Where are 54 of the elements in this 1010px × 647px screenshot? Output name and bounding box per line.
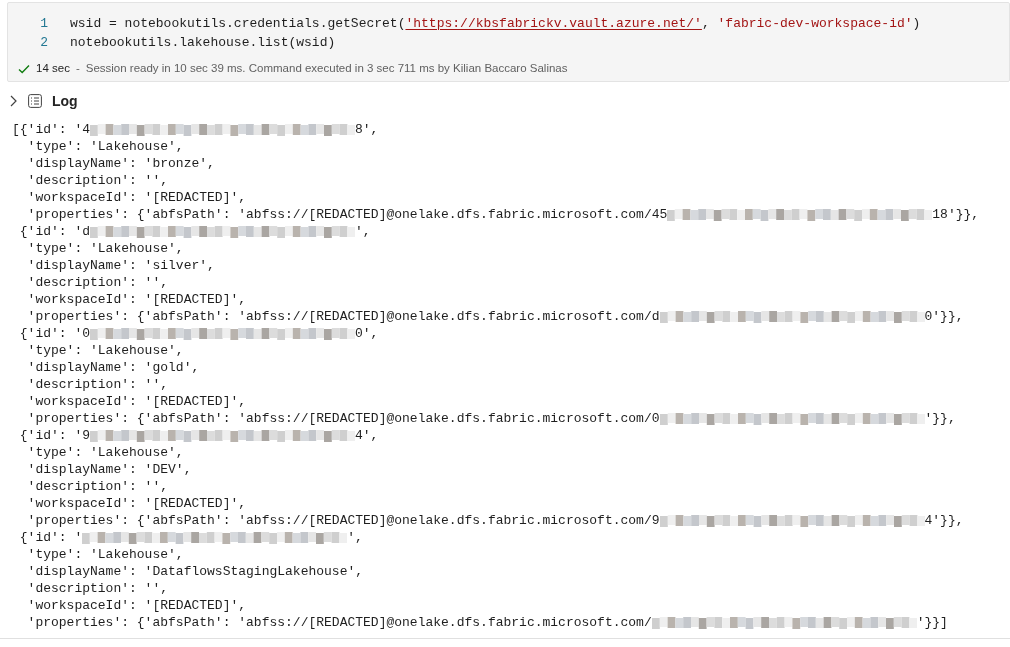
log-label[interactable]: Log xyxy=(52,90,78,112)
output-text: {'id': '0 xyxy=(18,325,90,343)
output-text: '}}, xyxy=(924,410,956,428)
output-text: 'type': 'Lakehouse', xyxy=(26,444,184,462)
output-text: 'properties': {'abfsPath': 'abfss://[REDACTED]@onelake.dfs.fabric.microsoft.com/9 xyxy=(26,512,660,530)
chevron-icon[interactable] xyxy=(8,95,18,108)
separator-text: - xyxy=(75,61,80,76)
output-text: 'workspaceId': '[REDACTED]', xyxy=(26,495,247,513)
output-text: ', xyxy=(355,223,371,241)
list-icon xyxy=(28,94,42,109)
output-text: 'type': 'Lakehouse', xyxy=(26,342,184,360)
line-number: 1 xyxy=(39,14,48,33)
output-text: 'description': '', xyxy=(26,580,169,598)
code-text: notebookutils.lakehouse.list(wsid) xyxy=(70,33,336,52)
output-text: {'id': ' xyxy=(18,529,83,547)
output-text: 18'}}, xyxy=(932,206,980,224)
output-text: 'displayName': 'DataflowsStagingLakehouse', xyxy=(26,563,364,581)
output-text: 'properties': {'abfsPath': 'abfss://[REDACTED]@onelake.dfs.fabric.microsoft.com/ xyxy=(26,614,652,632)
output-text: 0', xyxy=(355,325,379,343)
output-text: 'displayName': 'DEV', xyxy=(26,461,192,479)
line-number: 2 xyxy=(39,33,48,52)
output-text: 'description': '', xyxy=(26,172,169,190)
code-string: 'fabric-dev-workspace-id' xyxy=(717,14,913,33)
output-text: 'properties': {'abfsPath': 'abfss://[REDACTED]@onelake.dfs.fabric.microsoft.com/45 xyxy=(26,206,668,224)
output-text: 'workspaceId': '[REDACTED]', xyxy=(26,597,247,615)
output-text: 'properties': {'abfsPath': 'abfss://[REDACTED]@onelake.dfs.fabric.microsoft.com/d xyxy=(26,308,660,326)
output-text: 'description': '', xyxy=(26,478,169,496)
output-text: 'description': '', xyxy=(26,274,169,292)
output-text: 'displayName': 'silver', xyxy=(26,257,215,275)
output-text: [{'id': '4 xyxy=(12,121,90,139)
output-text: 'workspaceId': '[REDACTED]', xyxy=(26,393,247,411)
output-text: 'workspaceId': '[REDACTED]', xyxy=(26,189,247,207)
output-text: 'type': 'Lakehouse', xyxy=(26,240,184,258)
output-text: 'workspaceId': '[REDACTED]', xyxy=(26,291,247,309)
output-text: 8', xyxy=(355,121,379,139)
output-text: 0'}}, xyxy=(924,308,964,326)
output-text: 'description': '', xyxy=(26,376,169,394)
output-text: 'properties': {'abfsPath': 'abfss://[REDACTED]@onelake.dfs.fabric.microsoft.com/0 xyxy=(26,410,660,428)
output-text: ', xyxy=(347,529,363,547)
output-text: '}}] xyxy=(916,614,948,632)
output-text: {'id': 'd xyxy=(18,223,90,241)
output-text: 4'}}, xyxy=(924,512,964,530)
code-text: , xyxy=(701,14,711,33)
output-text: 'displayName': 'bronze', xyxy=(26,155,215,173)
output-text: {'id': '9 xyxy=(18,427,90,445)
code-text: wsid = notebookutils.credentials.getSecret( xyxy=(70,14,406,33)
output-text: 'displayName': 'gold', xyxy=(26,359,200,377)
code-link[interactable]: 'https://kbsfabrickv.vault.azure.net/' xyxy=(405,13,702,34)
code-text: ) xyxy=(912,14,921,33)
execution-message: Session ready in 10 sec 39 ms. Command executed in 3 sec 711 ms by Kilian Baccaro Salinas xyxy=(85,61,568,76)
output-text: 'type': 'Lakehouse', xyxy=(26,138,184,156)
output-text: 'type': 'Lakehouse', xyxy=(26,546,184,564)
output-text: 4', xyxy=(355,427,379,445)
execution-duration: 14 sec xyxy=(36,61,70,76)
